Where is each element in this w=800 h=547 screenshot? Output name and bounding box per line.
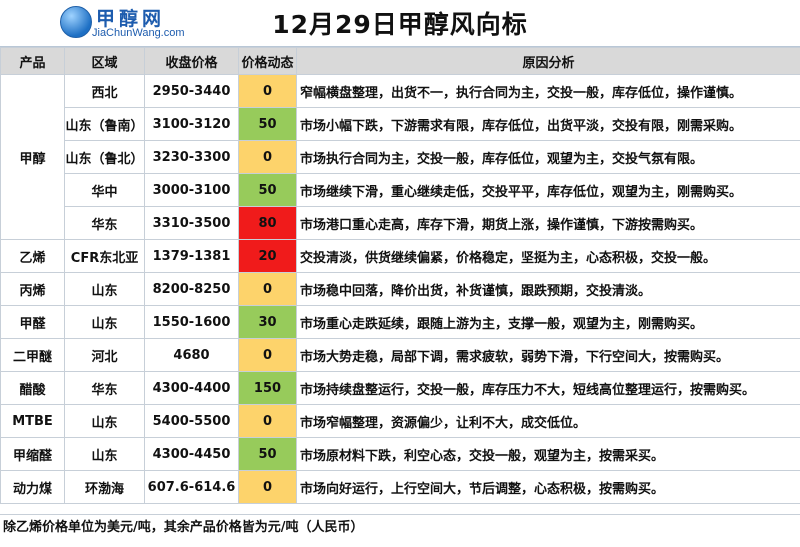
price-cell: 4300-4400 <box>144 371 239 405</box>
table-row: 山东（鲁北） 3230-3300 0 市场执行合同为主，交投一般，库存低位，观望为主，… <box>1 140 800 174</box>
table-row: 甲醛 山东 1550-1600 30 市场重心走跌延续，跟随上游为主，支撑一般，观望为主… <box>0 305 800 339</box>
analysis-cell: 市场向好运行，上行空间大，节后调整，心态积极，按需购买。 <box>296 470 800 504</box>
region-cell: 山东 <box>64 272 145 306</box>
table-header-row: 产品 区域 收盘价格 价格动态 原因分析 <box>0 47 800 75</box>
price-cell: 3230-3300 <box>144 140 239 174</box>
product-cell: 乙烯 <box>0 239 65 273</box>
region-cell: 山东 <box>64 437 145 471</box>
region-cell: 河北 <box>64 338 145 372</box>
change-cell: 0 <box>238 404 297 438</box>
header-bar: 甲醇网 JiaChunWang.com 12月29日甲醇风向标 <box>0 0 800 47</box>
change-cell: 50 <box>238 107 297 141</box>
analysis-cell: 市场小幅下跌，下游需求有限，库存低位，出货平淡，交投有限，刚需采购。 <box>296 107 800 141</box>
price-table-container: 产品 区域 收盘价格 价格动态 原因分析 甲醇 西北 2950-3440 0 窄幅横盘整… <box>0 47 800 504</box>
product-cell: 甲醛 <box>0 305 65 339</box>
region-cell: 华东 <box>64 206 145 240</box>
header-analysis: 原因分析 <box>296 47 800 75</box>
region-cell: 环渤海 <box>64 470 145 504</box>
change-cell: 0 <box>238 470 297 504</box>
price-cell: 3100-3120 <box>144 107 239 141</box>
product-cell: 醋酸 <box>0 371 65 405</box>
price-table: 产品 区域 收盘价格 价格动态 原因分析 甲醇 西北 2950-3440 0 窄幅横盘整… <box>0 47 800 504</box>
header-product: 产品 <box>0 47 65 75</box>
analysis-cell: 市场窄幅整理，资源偏少，让利不大，成交低位。 <box>296 404 800 438</box>
region-cell: CFR东北亚 <box>64 239 145 273</box>
change-cell: 80 <box>238 206 297 240</box>
region-cell: 山东（鲁南） <box>64 107 145 141</box>
analysis-cell: 市场重心走跌延续，跟随上游为主，支撑一般，观望为主，刚需购买。 <box>296 305 800 339</box>
product-cell: 甲醇 <box>0 74 65 240</box>
table-row: MTBE 山东 5400-5500 0 市场窄幅整理，资源偏少，让利不大，成交低位。 <box>0 404 800 438</box>
change-cell: 0 <box>238 338 297 372</box>
price-cell: 5400-5500 <box>144 404 239 438</box>
change-cell: 0 <box>238 140 297 174</box>
analysis-cell: 窄幅横盘整理，出货不一，执行合同为主，交投一般，库存低位，操作谨慎。 <box>296 74 800 108</box>
change-cell: 0 <box>238 272 297 306</box>
region-cell: 华中 <box>64 173 145 207</box>
analysis-cell: 市场大势走稳，局部下调，需求疲软，弱势下滑，下行空间大，按需购买。 <box>296 338 800 372</box>
analysis-cell: 市场持续盘整运行，交投一般，库存压力不大，短线高位整理运行，按需购买。 <box>296 371 800 405</box>
table-row: 乙烯 CFR东北亚 1379-1381 20 交投清淡，供货继续偏紧，价格稳定，坚挺为主… <box>0 239 800 273</box>
change-cell: 50 <box>238 173 297 207</box>
price-cell: 3310-3500 <box>144 206 239 240</box>
product-cell: 二甲醚 <box>0 338 65 372</box>
footnote: 除乙烯价格单位为美元/吨，其余产品价格皆为元/吨（人民币） <box>0 514 800 547</box>
price-cell: 607.6-614.6 <box>144 470 239 504</box>
change-cell: 30 <box>238 305 297 339</box>
product-cell: MTBE <box>0 404 65 438</box>
analysis-cell: 交投清淡，供货继续偏紧，价格稳定，坚挺为主，心态积极，交投一般。 <box>296 239 800 273</box>
price-cell: 4300-4450 <box>144 437 239 471</box>
product-cell: 动力煤 <box>0 470 65 504</box>
header-change: 价格动态 <box>238 47 297 75</box>
page-title: 12月29日甲醇风向标 <box>272 10 528 39</box>
analysis-cell: 市场原材料下跌，利空心态，交投一般，观望为主，按需采买。 <box>296 437 800 471</box>
table-row: 甲醇 西北 2950-3440 0 窄幅横盘整理，出货不一，执行合同为主，交投一般，库存… <box>0 74 800 240</box>
table-row: 甲缩醛 山东 4300-4450 50 市场原材料下跌，利空心态，交投一般，观望为主，按… <box>0 437 800 471</box>
price-cell: 2950-3440 <box>144 74 239 108</box>
table-row: 二甲醚 河北 4680 0 市场大势走稳，局部下调，需求疲软，弱势下滑，下行空间大，按需… <box>0 338 800 372</box>
table-row: 醋酸 华东 4300-4400 150 市场持续盘整运行，交投一般，库存压力不大，短线高… <box>0 371 800 405</box>
header-price: 收盘价格 <box>144 47 239 75</box>
table-row: 山东（鲁南） 3100-3120 50 市场小幅下跌，下游需求有限，库存低位，出货平淡… <box>1 107 800 141</box>
analysis-cell: 市场稳中回落，降价出货，补货谨慎，跟跌预期，交投清淡。 <box>296 272 800 306</box>
region-cell: 山东 <box>64 404 145 438</box>
region-cell: 华东 <box>64 371 145 405</box>
price-cell: 4680 <box>144 338 239 372</box>
analysis-cell: 市场港口重心走高，库存下滑，期货上涨，操作谨慎，下游按需购买。 <box>296 206 800 240</box>
change-cell: 0 <box>238 74 297 108</box>
table-row: 华中 3000-3100 50 市场继续下滑，重心继续走低，交投平平，库存低位，观望为… <box>1 173 800 207</box>
analysis-cell: 市场继续下滑，重心继续走低，交投平平，库存低位，观望为主，刚需购买。 <box>296 173 800 207</box>
price-cell: 8200-8250 <box>144 272 239 306</box>
product-cell: 甲缩醛 <box>0 437 65 471</box>
region-cell: 山东 <box>64 305 145 339</box>
change-cell: 20 <box>238 239 297 273</box>
change-cell: 50 <box>238 437 297 471</box>
table-row: 华东 3310-3500 80 市场港口重心走高，库存下滑，期货上涨，操作谨慎，下游按… <box>1 206 800 240</box>
region-cell: 山东（鲁北） <box>64 140 145 174</box>
product-cell: 丙烯 <box>0 272 65 306</box>
table-row: 丙烯 山东 8200-8250 0 市场稳中回落，降价出货，补货谨慎，跟跌预期，交投清淡… <box>0 272 800 306</box>
region-cell: 西北 <box>64 74 145 108</box>
analysis-cell: 市场执行合同为主，交投一般，库存低位，观望为主，交投气氛有限。 <box>296 140 800 174</box>
price-cell: 3000-3100 <box>144 173 239 207</box>
table-body: 甲醇 西北 2950-3440 0 窄幅横盘整理，出货不一，执行合同为主，交投一般，库存… <box>0 74 800 504</box>
table-row: 动力煤 环渤海 607.6-614.6 0 市场向好运行，上行空间大，节后调整，心态积极… <box>0 470 800 504</box>
price-cell: 1379-1381 <box>144 239 239 273</box>
header-region: 区域 <box>64 47 145 75</box>
change-cell: 150 <box>238 371 297 405</box>
price-cell: 1550-1600 <box>144 305 239 339</box>
